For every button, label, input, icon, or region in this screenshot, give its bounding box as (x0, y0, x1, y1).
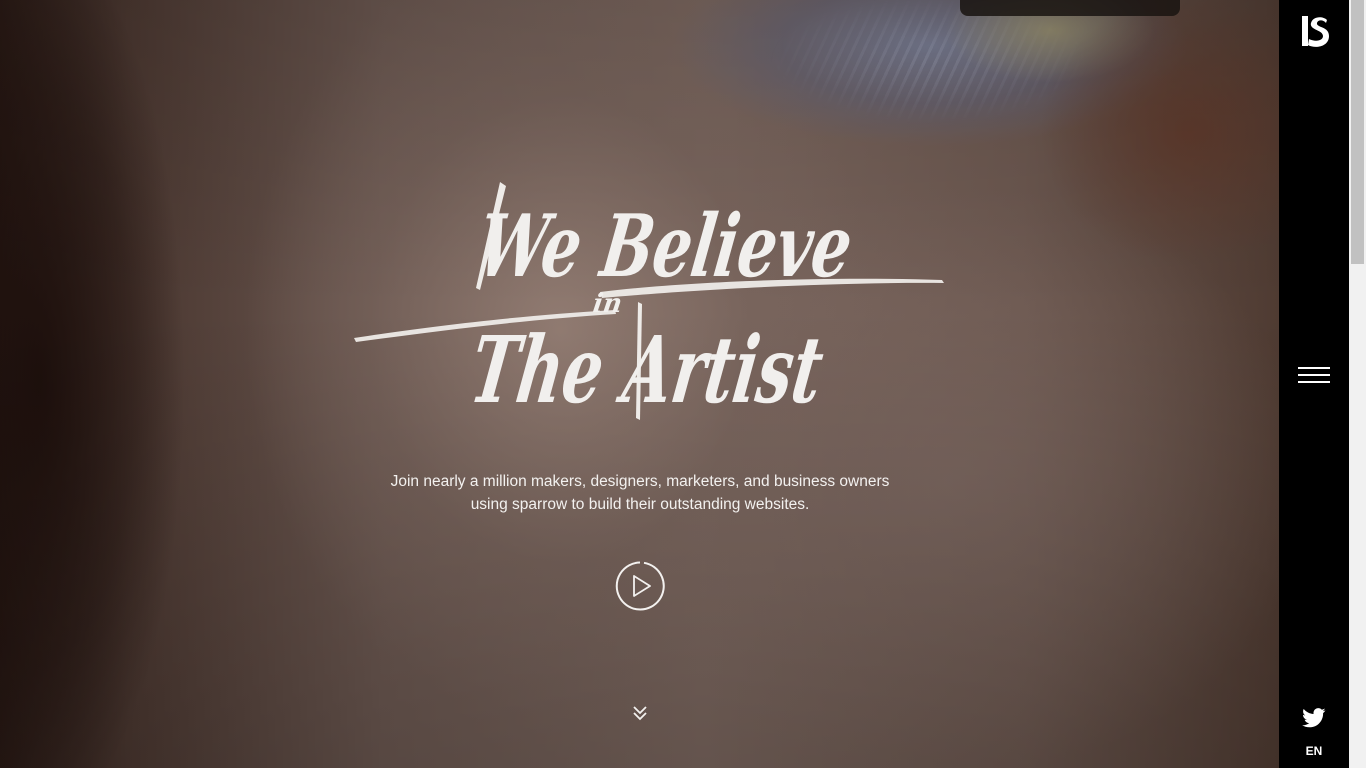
scroll-down-button[interactable] (630, 704, 650, 724)
headline-connector: in (591, 288, 624, 319)
headline-line1: We Believe (472, 196, 858, 297)
play-video-button[interactable] (614, 560, 666, 612)
page: We Believe in The Artist Join nearly a m… (0, 0, 1366, 768)
scrollbar[interactable] (1349, 0, 1366, 768)
side-navigation: EN (1279, 0, 1349, 768)
hero-headline: We Believe in The Artist (350, 170, 950, 425)
tagline-line-1: Join nearly a million makers, designers,… (390, 473, 890, 490)
hero-section: We Believe in The Artist Join nearly a m… (0, 0, 1279, 768)
hero-tagline: Join nearly a million makers, designers,… (370, 470, 910, 516)
headline-lettering: We Believe in The Artist (354, 182, 944, 424)
language-selector[interactable]: EN (1279, 744, 1349, 758)
sparrow-logo-icon[interactable] (1299, 14, 1329, 48)
hamburger-menu-icon[interactable] (1297, 363, 1331, 387)
double-chevron-down-icon (633, 706, 647, 721)
tagline-line-2: using sparrow to build their outstanding… (470, 496, 810, 513)
headline-line2: The Artist (464, 315, 829, 423)
scrollbar-thumb[interactable] (1351, 0, 1364, 264)
play-icon (615, 561, 665, 611)
twitter-icon[interactable] (1302, 707, 1326, 729)
